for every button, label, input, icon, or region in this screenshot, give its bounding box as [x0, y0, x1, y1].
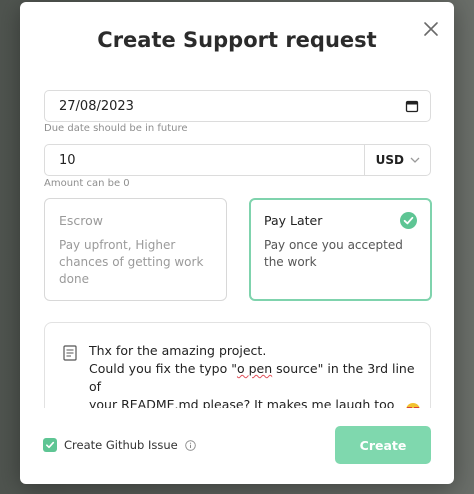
spellcheck-flagged-word: o pen [236, 361, 273, 376]
message-textarea[interactable]: Thx for the amazing project. Could you f… [44, 322, 431, 408]
document-icon [63, 345, 77, 361]
option-title: Pay Later [264, 213, 323, 228]
due-date-input[interactable]: 27/08/2023 [44, 90, 431, 122]
message-fragment: Could you fix the typo " [89, 361, 237, 376]
create-button[interactable]: Create [335, 426, 431, 464]
message-line: Thx for the amazing project. [89, 343, 267, 358]
support-request-modal: Create Support request 27/08/2023 Due da… [20, 2, 454, 484]
due-date-hint: Due date should be in future [44, 123, 188, 134]
modal-title: Create Support request [97, 28, 377, 52]
check-icon [46, 441, 55, 449]
payment-option-escrow[interactable]: Escrow Pay upfront, Higher chances of ge… [44, 198, 227, 301]
option-title: Escrow [59, 213, 104, 228]
emoji-icon [406, 403, 420, 408]
info-icon[interactable] [185, 439, 196, 451]
create-github-issue-checkbox[interactable] [43, 438, 57, 452]
amount-hint: Amount can be 0 [44, 178, 130, 189]
currency-value: USD [375, 153, 404, 167]
due-date-value: 27/08/2023 [59, 98, 134, 114]
currency-select[interactable]: USD [363, 145, 430, 175]
payment-option-pay-later[interactable]: Pay Later Pay once you accepted the work [249, 198, 432, 301]
spellcheck-flagged-word: please [202, 397, 244, 408]
option-description: Pay upfront, Higher chances of getting w… [59, 238, 204, 286]
amount-input[interactable]: 10 USD [44, 144, 431, 176]
amount-value: 10 [59, 152, 76, 168]
calendar-icon[interactable] [405, 99, 419, 113]
create-github-issue-option[interactable]: Create Github Issue [43, 438, 196, 452]
check-circle-icon [400, 212, 417, 229]
message-line: Could you fix the typo "o pen source" in… [89, 360, 422, 396]
message-text: Thx for the amazing project. Could you f… [89, 342, 422, 408]
chevron-down-icon [410, 157, 420, 163]
create-github-issue-label: Create Github Issue [64, 438, 178, 452]
message-line: your README.md please? It makes me laugh… [89, 396, 422, 408]
message-fragment: your README.md [89, 397, 203, 408]
option-description: Pay once you accepted the work [264, 238, 403, 269]
